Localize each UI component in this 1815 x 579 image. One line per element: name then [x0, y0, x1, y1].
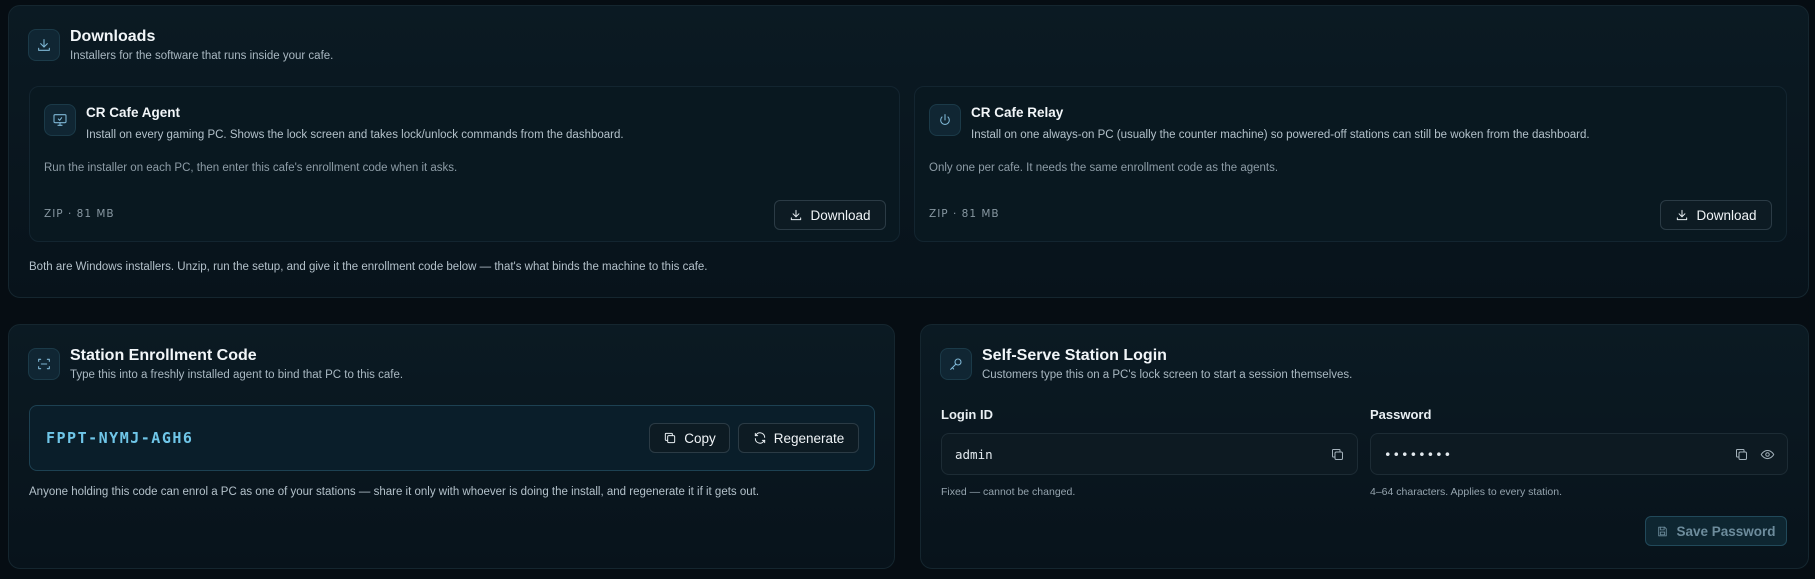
copy-icon[interactable] [1734, 447, 1749, 462]
password-value[interactable]: •••••••• [1384, 447, 1452, 462]
enrollment-code[interactable]: FPPT-NYMJ-AGH6 [46, 429, 193, 447]
enrollment-footnote: Anyone holding this code can enrol a PC … [29, 486, 760, 498]
download-icon [28, 29, 60, 61]
copy-label: Copy [684, 430, 716, 446]
downloads-card: Downloads Installers for the software th… [8, 5, 1809, 298]
agent-description: Install on every gaming PC. Shows the lo… [86, 129, 624, 141]
save-password-button[interactable]: Save Password [1645, 516, 1787, 546]
login-title: Self-Serve Station Login [982, 347, 1167, 364]
password-field[interactable]: •••••••• [1370, 433, 1788, 475]
login-id-value: admin [955, 447, 993, 462]
agent-download-card: CR Cafe Agent Install on every gaming PC… [29, 86, 900, 242]
login-id-hint: Fixed — cannot be changed. [941, 486, 1076, 498]
download-icon [789, 208, 803, 222]
save-icon [1656, 525, 1669, 538]
scan-icon [28, 348, 60, 380]
login-id-field: admin [941, 433, 1358, 475]
downloads-footnote: Both are Windows installers. Unzip, run … [29, 261, 708, 273]
enrollment-code-box: FPPT-NYMJ-AGH6 Copy Regenerate [29, 405, 875, 471]
login-id-label: Login ID [941, 407, 993, 422]
downloads-subtitle: Installers for the software that runs in… [70, 50, 334, 62]
copy-icon[interactable] [1330, 447, 1345, 462]
download-icon [1675, 208, 1689, 222]
refresh-icon [753, 431, 767, 445]
agent-note: Run the installer on each PC, then enter… [44, 162, 458, 174]
monitor-icon [44, 104, 76, 136]
agent-download-button[interactable]: Download [774, 200, 886, 230]
password-label: Password [1370, 407, 1432, 422]
save-password-label: Save Password [1676, 523, 1776, 539]
eye-icon[interactable] [1760, 447, 1775, 462]
relay-note: Only one per cafe. It needs the same enr… [929, 162, 1279, 174]
agent-title: CR Cafe Agent [86, 105, 181, 120]
relay-download-label: Download [1696, 207, 1757, 223]
relay-file-meta: ZIP · 81 MB [929, 208, 1000, 220]
power-icon [929, 104, 961, 136]
password-hint: 4–64 characters. Applies to every statio… [1370, 486, 1563, 498]
self-serve-login-card: Self-Serve Station Login Customers type … [920, 324, 1809, 569]
agent-download-label: Download [810, 207, 871, 223]
copy-code-button[interactable]: Copy [649, 423, 730, 453]
key-icon [940, 348, 972, 380]
regenerate-code-button[interactable]: Regenerate [738, 423, 859, 453]
enrollment-title: Station Enrollment Code [70, 347, 257, 364]
login-subtitle: Customers type this on a PC's lock scree… [982, 369, 1353, 381]
copy-icon [663, 431, 677, 445]
agent-file-meta: ZIP · 81 MB [44, 208, 115, 220]
regenerate-label: Regenerate [773, 430, 845, 446]
relay-title: CR Cafe Relay [971, 105, 1064, 120]
downloads-title: Downloads [70, 28, 156, 45]
relay-description: Install on one always-on PC (usually the… [971, 129, 1590, 141]
relay-download-card: CR Cafe Relay Install on one always-on P… [914, 86, 1787, 242]
relay-download-button[interactable]: Download [1660, 200, 1772, 230]
enrollment-subtitle: Type this into a freshly installed agent… [70, 369, 404, 381]
enrollment-card: Station Enrollment Code Type this into a… [8, 324, 895, 569]
